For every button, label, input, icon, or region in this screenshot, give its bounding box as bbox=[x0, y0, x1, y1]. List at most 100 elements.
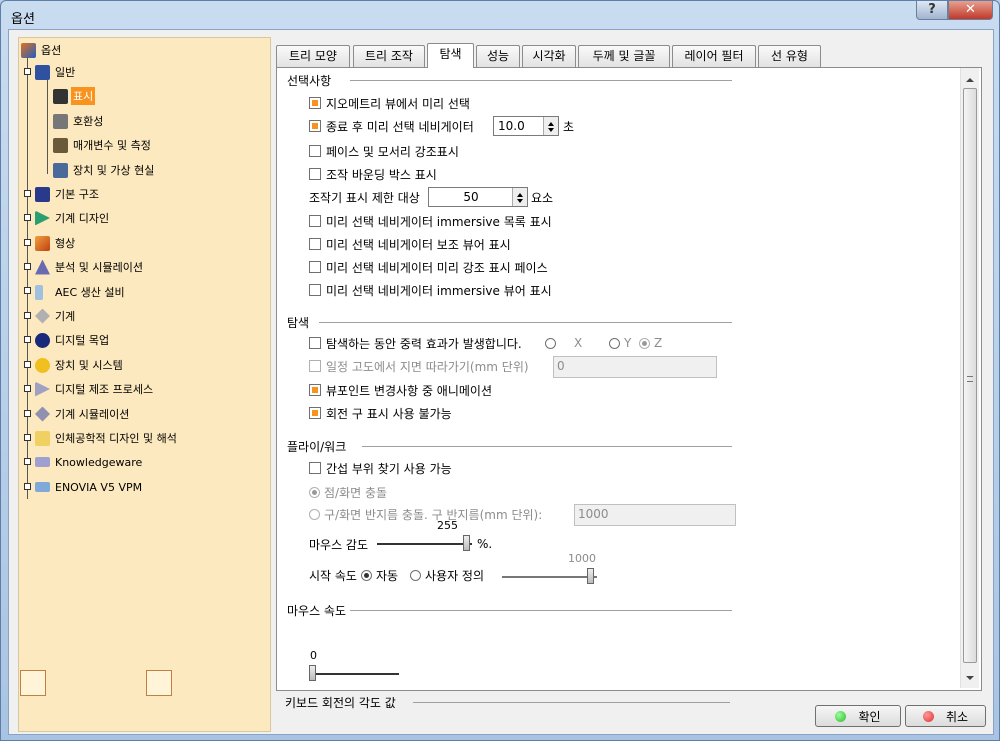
navigator-after-checkbox[interactable] bbox=[309, 120, 321, 132]
help-button[interactable]: ? bbox=[916, 1, 948, 20]
ok-button[interactable]: 확인 bbox=[815, 705, 901, 727]
navigator-delay-input[interactable]: 10.0 bbox=[493, 116, 559, 136]
tree-item-ergonomics[interactable]: 인체공학적 디자인 및 해석 bbox=[35, 428, 179, 448]
tree-item-equipment[interactable]: 장치 및 시스템 bbox=[35, 355, 125, 375]
ground-follow-input[interactable]: 0 bbox=[553, 356, 717, 378]
tab-layer-filter[interactable]: 레이어 필터 bbox=[672, 45, 756, 67]
scroll-down-arrow[interactable] bbox=[961, 671, 979, 688]
auto-speed-option[interactable]: 자동 bbox=[361, 566, 398, 584]
tab-visualization[interactable]: 시각화 bbox=[522, 45, 576, 67]
tree-item-infrastructure[interactable]: 기본 구조 bbox=[35, 184, 101, 204]
axis-y-option[interactable]: Y bbox=[609, 334, 631, 352]
geometry-preselect-checkbox[interactable] bbox=[309, 97, 321, 109]
navigator-after-option[interactable]: 종료 후 미리 선택 네비게이터 bbox=[309, 117, 474, 135]
tree-item-analysis[interactable]: 분석 및 시뮬레이션 bbox=[35, 257, 145, 277]
immersive-viewer-checkbox[interactable] bbox=[309, 284, 321, 296]
expand-toggle[interactable] bbox=[24, 336, 31, 343]
tree-item-compatibility[interactable]: 호환성 bbox=[53, 111, 105, 131]
tree-item-machine-sim[interactable]: 기계 시뮬레이션 bbox=[35, 404, 131, 424]
scroll-up-arrow[interactable] bbox=[961, 68, 979, 85]
highlight-preselect-checkbox[interactable] bbox=[309, 261, 321, 273]
gravity-checkbox[interactable] bbox=[309, 337, 321, 349]
slider-thumb[interactable] bbox=[463, 535, 470, 551]
immersive-viewer-option[interactable]: 미리 선택 네비게이터 immersive 뷰어 표시 bbox=[309, 281, 552, 299]
aux-viewer-checkbox[interactable] bbox=[309, 238, 321, 250]
geometry-preselect-option[interactable]: 지오메트리 뷰에서 미리 선택 bbox=[309, 94, 470, 112]
axis-y-radio[interactable] bbox=[609, 337, 620, 349]
spinner-arrows[interactable] bbox=[543, 117, 558, 135]
tree-item-manufacturing[interactable]: 디지털 제조 프로세스 bbox=[35, 379, 155, 399]
expand-toggle[interactable] bbox=[24, 434, 31, 441]
slider-thumb[interactable] bbox=[309, 665, 316, 681]
expand-toggle[interactable] bbox=[24, 239, 31, 246]
tree-item-dmu[interactable]: 디지털 목업 bbox=[35, 330, 111, 350]
user-speed-option[interactable]: 사용자 정의 bbox=[410, 566, 484, 584]
tab-line-type[interactable]: 선 유형 bbox=[758, 45, 821, 67]
tab-tree-appearance[interactable]: 트리 모양 bbox=[276, 45, 350, 67]
tree-item-shape[interactable]: 형상 bbox=[35, 233, 77, 253]
tree-root[interactable]: 옵션 bbox=[21, 40, 63, 60]
immersive-list-checkbox[interactable] bbox=[309, 215, 321, 227]
highlight-faces-option[interactable]: 페이스 및 모서리 강조표시 bbox=[309, 142, 459, 160]
tab-tree-manipulation[interactable]: 트리 조작 bbox=[353, 45, 425, 67]
viewpoint-animation-checkbox[interactable] bbox=[309, 384, 321, 396]
point-surface-option[interactable]: 점/화면 충돌 bbox=[309, 483, 387, 501]
expand-toggle[interactable] bbox=[24, 458, 31, 465]
close-button[interactable]: ✕ bbox=[948, 1, 993, 20]
user-speed-radio[interactable] bbox=[410, 569, 421, 581]
sphere-surface-radio[interactable] bbox=[309, 508, 320, 520]
ground-follow-option[interactable]: 일정 고도에서 지면 따라가기(mm 단위) bbox=[309, 357, 529, 375]
mouse-speed-slider[interactable]: 0 bbox=[309, 649, 409, 683]
tree-item-parameters[interactable]: 매개변수 및 측정 bbox=[53, 135, 153, 155]
immersive-list-option[interactable]: 미리 선택 네비게이터 immersive 목록 표시 bbox=[309, 212, 552, 230]
tab-navigation[interactable]: 탐색 bbox=[427, 43, 474, 68]
panel-scrollbar[interactable] bbox=[960, 68, 979, 688]
gravity-option[interactable]: 탐색하는 동안 중력 효과가 발생합니다. bbox=[309, 334, 522, 352]
expand-toggle[interactable] bbox=[24, 312, 31, 319]
tab-thickness-font[interactable]: 두께 및 글꼴 bbox=[578, 45, 670, 67]
bounding-box-option[interactable]: 조작 바운딩 박스 표시 bbox=[309, 165, 437, 183]
expand-toggle[interactable] bbox=[24, 287, 31, 294]
tree-item-machining[interactable]: 기계 bbox=[35, 306, 77, 326]
axis-x-radio[interactable] bbox=[545, 337, 556, 349]
expand-toggle[interactable] bbox=[24, 361, 31, 368]
viewpoint-animation-option[interactable]: 뷰포인트 변경사항 중 애니메이션 bbox=[309, 381, 492, 399]
expand-toggle[interactable] bbox=[24, 263, 31, 270]
tree-item-enovia[interactable]: ENOVIA V5 VPM bbox=[35, 477, 144, 497]
auto-speed-radio[interactable] bbox=[361, 569, 372, 581]
ground-follow-checkbox[interactable] bbox=[309, 360, 321, 372]
sphere-surface-option[interactable]: 구/화면 반지름 충돌. 구 반지름(mm 단위): bbox=[309, 505, 542, 523]
tree-item-display[interactable]: 표시 bbox=[53, 86, 96, 106]
collision-option[interactable]: 간섭 부위 찾기 사용 가능 bbox=[309, 459, 452, 477]
expand-toggle[interactable] bbox=[24, 68, 31, 75]
axis-z-radio[interactable] bbox=[639, 337, 650, 349]
spinner-arrows[interactable] bbox=[512, 188, 527, 206]
cancel-button[interactable]: 취소 bbox=[905, 705, 986, 727]
disable-sphere-checkbox[interactable] bbox=[309, 407, 321, 419]
expand-toggle[interactable] bbox=[24, 483, 31, 490]
expand-toggle[interactable] bbox=[24, 190, 31, 197]
aux-viewer-option[interactable]: 미리 선택 네비게이터 보조 뷰어 표시 bbox=[309, 235, 511, 253]
tree-item-knowledgeware[interactable]: Knowledgeware bbox=[35, 452, 144, 472]
sphere-radius-input[interactable]: 1000 bbox=[574, 504, 736, 526]
expand-toggle[interactable] bbox=[24, 410, 31, 417]
slider-thumb[interactable] bbox=[587, 568, 594, 584]
expand-toggle[interactable] bbox=[24, 214, 31, 221]
expand-toggle[interactable] bbox=[24, 385, 31, 392]
bounding-box-checkbox[interactable] bbox=[309, 168, 321, 180]
point-surface-radio[interactable] bbox=[309, 486, 320, 498]
axis-z-option[interactable]: Z bbox=[639, 334, 662, 352]
axis-x-option[interactable]: X bbox=[545, 334, 582, 352]
tree-settings-icon[interactable] bbox=[146, 670, 172, 696]
manipulator-limit-input[interactable]: 50 bbox=[428, 187, 528, 207]
tree-item-aec[interactable]: AEC 생산 설비 bbox=[35, 282, 127, 302]
mouse-sensitivity-slider[interactable]: 255 bbox=[377, 519, 477, 553]
collision-checkbox[interactable] bbox=[309, 462, 321, 474]
tree-item-general[interactable]: 일반 bbox=[35, 62, 77, 82]
tree-item-mechanical[interactable]: 기계 디자인 bbox=[35, 208, 111, 228]
tab-performance[interactable]: 성능 bbox=[476, 45, 520, 67]
highlight-faces-checkbox[interactable] bbox=[309, 145, 321, 157]
scrollbar-thumb[interactable] bbox=[963, 88, 977, 663]
highlight-preselect-option[interactable]: 미리 선택 네비게이터 미리 강조 표시 페이스 bbox=[309, 258, 548, 276]
tree-home-icon[interactable] bbox=[20, 670, 46, 696]
